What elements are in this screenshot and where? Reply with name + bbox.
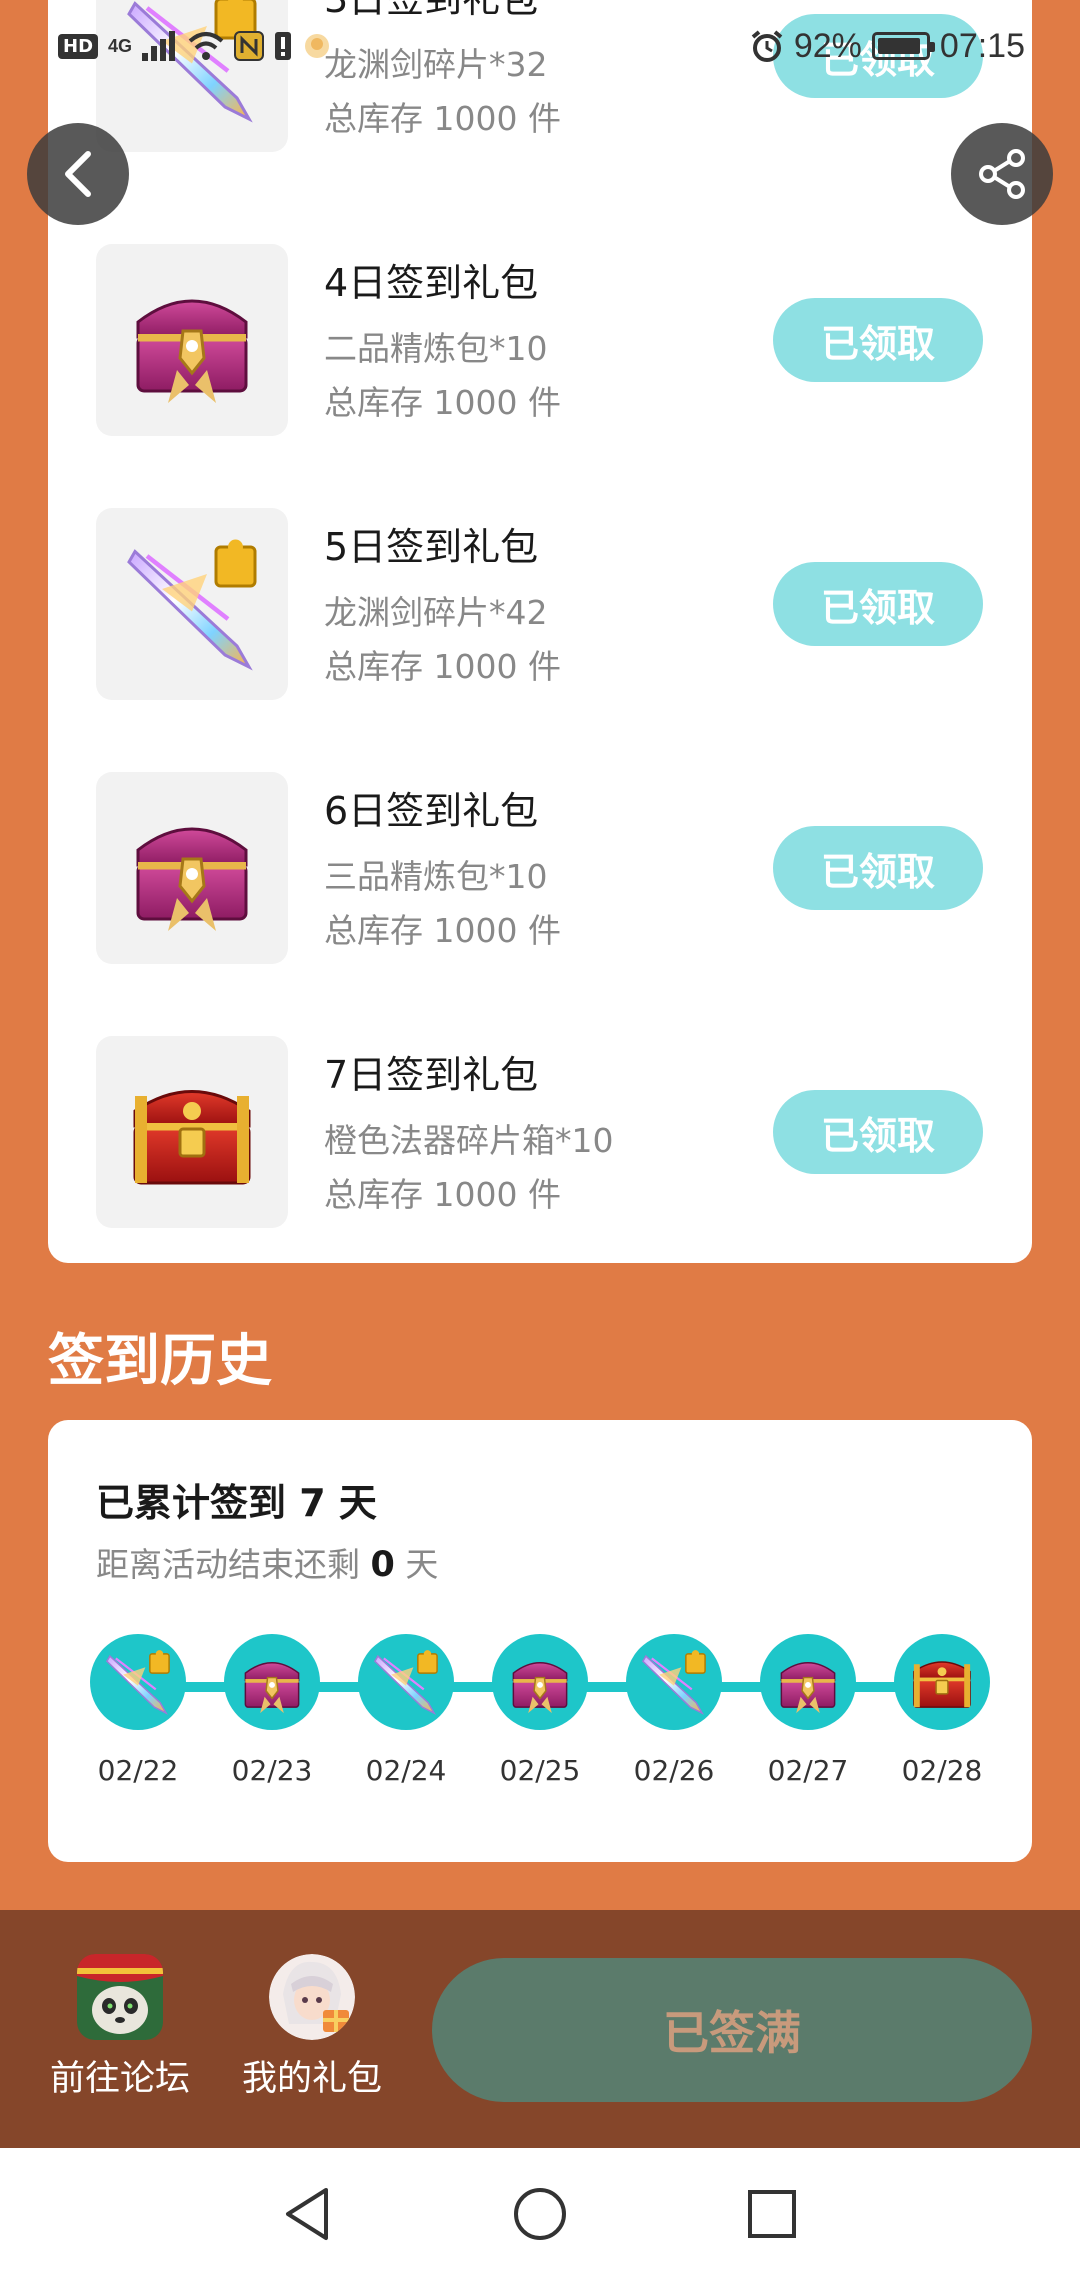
bottom-action-bar: 前往论坛 我的礼包 已签满 — [0, 1910, 1080, 2148]
reward-title: 5日签到礼包 — [324, 525, 539, 569]
reward-list-card: 3日签到礼包 龙渊剑碎片*32 总库存 1000 件 已领取 4日签到礼包 二品… — [48, 0, 1032, 1263]
claimed-button[interactable]: 已领取 — [773, 562, 983, 646]
total-days: 7 — [299, 1481, 326, 1525]
claimed-button[interactable]: 已领取 — [773, 298, 983, 382]
purple-chest-icon — [96, 772, 288, 964]
checkin-full-button[interactable]: 已签满 — [432, 1958, 1032, 2102]
chevron-left-icon — [65, 151, 91, 197]
nfc-icon — [234, 31, 265, 61]
share-icon — [979, 149, 1025, 199]
date-label: 02/27 — [767, 1754, 849, 1787]
reward-title: 4日签到礼包 — [324, 261, 539, 305]
nav-home-icon[interactable] — [508, 2182, 572, 2246]
battery-fill — [877, 38, 921, 54]
day-node-purple-chest-icon — [760, 1634, 856, 1730]
network-type: 4G — [108, 35, 133, 56]
history-heading: 签到历史 — [48, 1329, 272, 1394]
day-node-red-chest-icon — [894, 1634, 990, 1730]
remain-days: 0 — [370, 1545, 395, 1585]
reward-content: 二品精炼包*10 — [324, 329, 548, 368]
reward-content: 龙渊剑碎片*42 — [324, 593, 548, 632]
total-prefix: 已累计签到 — [96, 1481, 300, 1525]
day-node-sword-icon — [358, 1634, 454, 1730]
app-notification-icon — [305, 34, 330, 58]
hd-badge: HD — [58, 33, 99, 59]
battery-percent: 92% — [793, 26, 862, 65]
my-gifts-label: 我的礼包 — [241, 2059, 382, 2099]
nav-back-icon[interactable] — [276, 2182, 340, 2246]
forum-game-icon — [77, 1954, 163, 2040]
forum-link[interactable]: 前往论坛 — [20, 1954, 220, 2101]
reward-stock: 总库存 1000 件 — [324, 99, 561, 138]
share-button[interactable] — [951, 123, 1053, 225]
date-label: 02/23 — [231, 1754, 313, 1787]
clock: 07:15 — [939, 26, 1025, 65]
remain-prefix: 距离活动结束还剩 — [96, 1545, 371, 1584]
claimed-button[interactable]: 已领取 — [773, 1090, 983, 1174]
reward-content: 三品精炼包*10 — [324, 857, 548, 896]
gift-avatar-icon — [269, 1954, 355, 2040]
day-node-purple-chest-icon — [492, 1634, 588, 1730]
date-label: 02/28 — [901, 1754, 983, 1787]
back-button[interactable] — [27, 123, 129, 225]
reward-stock: 总库存 1000 件 — [324, 911, 561, 950]
remain-suffix: 天 — [394, 1545, 439, 1584]
total-checkin-text: 已累计签到 7 天 — [96, 1472, 377, 1527]
reward-item-day7: 7日签到礼包 橙色法器碎片箱*10 总库存 1000 件 已领取 — [48, 1036, 1032, 1228]
red-chest-icon — [96, 1036, 288, 1228]
nav-recents-icon[interactable] — [740, 2182, 804, 2246]
sword-fragment-icon — [96, 508, 288, 700]
alert-icon — [275, 32, 292, 60]
date-label: 02/25 — [499, 1754, 581, 1787]
forum-label: 前往论坛 — [49, 2059, 190, 2099]
date-label: 02/26 — [633, 1754, 715, 1787]
system-nav-bar — [0, 2148, 1080, 2280]
wifi-icon — [188, 32, 224, 60]
day-node-sword-icon — [626, 1634, 722, 1730]
day-node-sword-icon — [90, 1634, 186, 1730]
reward-stock: 总库存 1000 件 — [324, 383, 561, 422]
reward-item-day5: 5日签到礼包 龙渊剑碎片*42 总库存 1000 件 已领取 — [48, 508, 1032, 700]
reward-title: 6日签到礼包 — [324, 789, 539, 833]
reward-item-day4: 4日签到礼包 二品精炼包*10 总库存 1000 件 已领取 — [48, 244, 1032, 436]
status-bar: HD 4G 92% 07:15 — [0, 0, 1080, 92]
reward-stock: 总库存 1000 件 — [324, 1175, 561, 1214]
purple-chest-icon — [96, 244, 288, 436]
alarm-icon — [751, 30, 783, 62]
reward-title: 7日签到礼包 — [324, 1053, 539, 1097]
reward-stock: 总库存 1000 件 — [324, 647, 561, 686]
total-suffix: 天 — [325, 1481, 377, 1525]
battery-icon — [871, 32, 935, 60]
reward-item-day6: 6日签到礼包 三品精炼包*10 总库存 1000 件 已领取 — [48, 772, 1032, 964]
signal-icon — [142, 31, 176, 61]
history-card: 已累计签到 7 天 距离活动结束还剩 0 天 02/22 02/23 02/24… — [48, 1420, 1032, 1862]
date-label: 02/22 — [97, 1754, 179, 1787]
my-gifts-link[interactable]: 我的礼包 — [212, 1954, 412, 2101]
remaining-days-text: 距离活动结束还剩 0 天 — [96, 1538, 438, 1586]
day-node-purple-chest-icon — [224, 1634, 320, 1730]
reward-content: 橙色法器碎片箱*10 — [324, 1121, 614, 1160]
claimed-button[interactable]: 已领取 — [773, 826, 983, 910]
date-label: 02/24 — [365, 1754, 447, 1787]
